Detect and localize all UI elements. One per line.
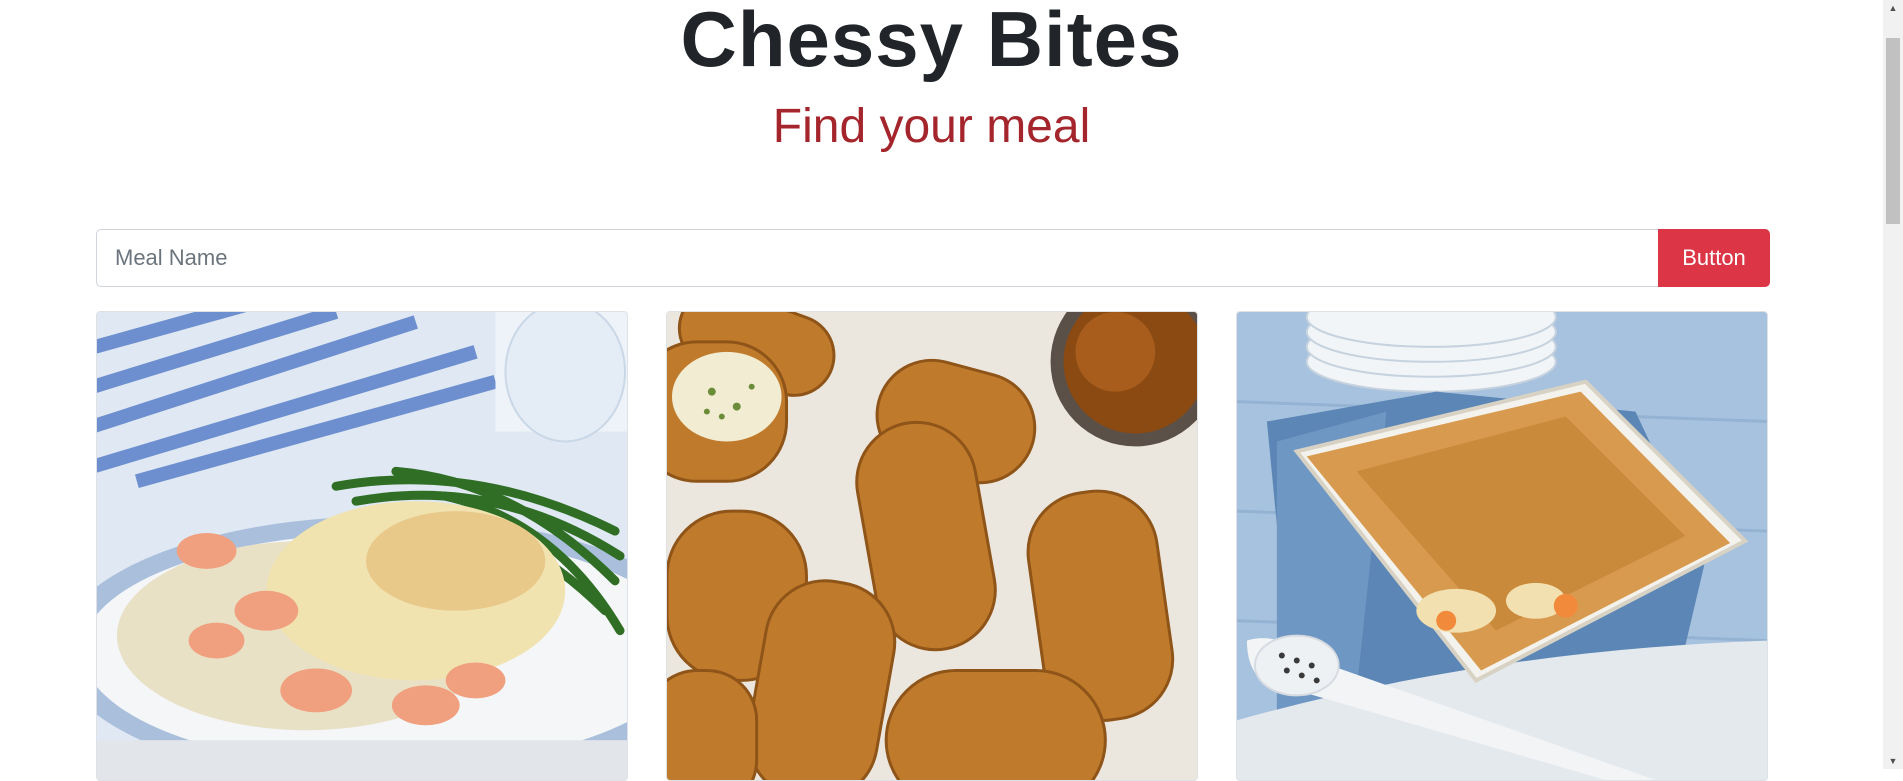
search-bar: Button: [96, 229, 1770, 287]
meal-image[interactable]: [1237, 312, 1767, 780]
meal-card[interactable]: [96, 311, 628, 781]
arrow-down-icon[interactable]: ▼: [1883, 753, 1903, 769]
meal-image[interactable]: [97, 312, 627, 780]
meal-name-input[interactable]: [96, 229, 1658, 287]
meal-image[interactable]: [667, 312, 1197, 780]
meal-card[interactable]: [1236, 311, 1768, 781]
page: Chessy Bites Find your meal Button: [0, 0, 1883, 781]
arrow-up-icon[interactable]: ▲: [1883, 0, 1903, 16]
search-button[interactable]: Button: [1658, 229, 1770, 287]
meal-card[interactable]: [666, 311, 1198, 781]
page-title: Chessy Bites: [680, 0, 1183, 83]
page-subtitle: Find your meal: [772, 100, 1091, 153]
vertical-scrollbar[interactable]: ▲ ▼: [1883, 0, 1903, 769]
scrollbar-thumb[interactable]: [1886, 38, 1900, 224]
